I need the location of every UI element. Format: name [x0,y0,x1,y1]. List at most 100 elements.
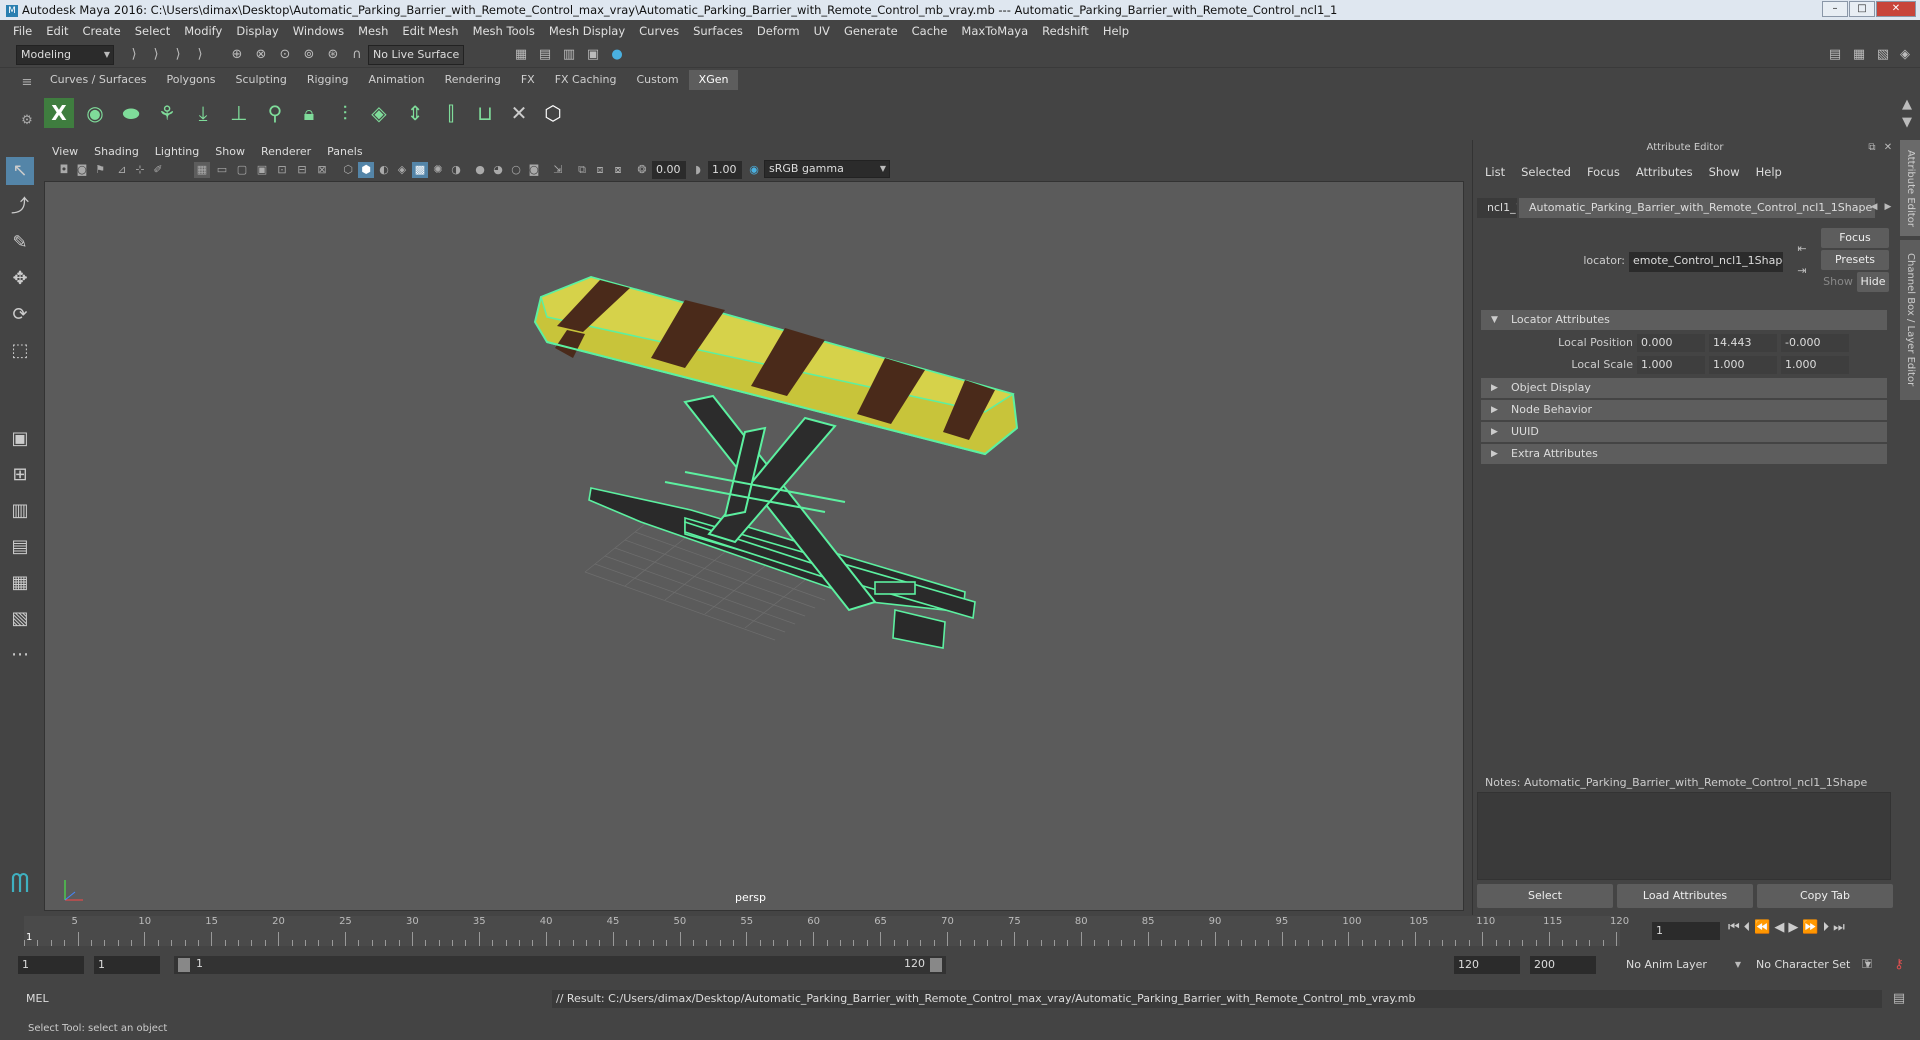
xgen-description-icon[interactable]: ⬬ [116,98,146,128]
node-name-field[interactable]: emote_Control_ncl1_1Shape [1629,252,1783,272]
hypershade-persp-icon[interactable]: ▧ [6,605,34,633]
anti-aliasing-icon[interactable]: ○ [508,162,524,178]
minimize-button[interactable]: – [1822,1,1848,17]
resolution-gate-icon[interactable]: ▢ [234,162,250,178]
range-handle-end[interactable] [930,958,942,972]
go-to-end-icon[interactable]: ⏭ [1833,920,1845,935]
xgen-sculpt-icon[interactable]: ⫶ [330,98,360,128]
shelf-scroll-up-icon[interactable]: ▲ [1898,96,1916,114]
local-position-z[interactable]: -0.000 [1781,334,1849,352]
ipr-render-icon[interactable]: ▤ [536,46,554,64]
range-handle-start[interactable] [178,958,190,972]
ae-menu-focus[interactable]: Focus [1579,164,1628,180]
arrow-right-icon[interactable]: ⟩ [169,46,187,64]
anim-layer-dropdown[interactable]: No Anim Layer ▼ [1622,956,1744,976]
scale-tool-icon[interactable]: ⬚ [6,337,34,365]
camera-icon[interactable]: ◘ [56,162,72,178]
menu-file[interactable]: File [6,24,39,38]
ae-menu-help[interactable]: Help [1748,164,1790,180]
key-icon[interactable]: ⚿ [1858,956,1876,974]
snap-point-icon[interactable]: ⊙ [276,46,294,64]
isolate-select-icon[interactable]: ⇲ [550,162,566,178]
auto-key-icon[interactable]: ⚷ [1890,956,1908,974]
smooth-shade-icon[interactable]: ⬢ [358,162,374,178]
select-tool-icon[interactable]: ↖ [6,157,34,185]
film-gate-icon[interactable]: ▭ [214,162,230,178]
snap-surface-icon[interactable]: ⊛ [324,46,342,64]
xgen-place-icon[interactable]: ⤓ [188,98,218,128]
gamma-field[interactable]: 1.00 [708,161,742,179]
copy-tab-button[interactable]: Copy Tab [1757,884,1893,908]
viewport-menu-lighting[interactable]: Lighting [147,144,207,160]
menu-surfaces[interactable]: Surfaces [686,24,750,38]
section-extra-attributes[interactable]: ▶ Extra Attributes [1481,444,1887,464]
range-inner-start-field[interactable]: 1 [94,956,160,974]
menu-create[interactable]: Create [76,24,128,38]
layers-icon[interactable]: ◈ [1896,46,1914,64]
four-view-icon[interactable]: ⊞ [6,461,34,489]
arrow-right-icon[interactable]: ⟩ [125,46,143,64]
menu-edit-mesh[interactable]: Edit Mesh [395,24,465,38]
ae-tab-transform[interactable]: ncl1_1 [1477,198,1517,218]
viewport-persp[interactable]: persp [44,181,1464,911]
xgen-create-icon[interactable]: ◉ [80,98,110,128]
exposure-field[interactable]: 0.00 [652,161,686,179]
viewport-menu-renderer[interactable]: Renderer [253,144,319,160]
xgen-add-guide-icon[interactable]: ⊥ [224,98,254,128]
xgen-normalize-icon[interactable]: ⊔ [470,98,500,128]
local-position-y[interactable]: 14.443 [1709,334,1777,352]
xgen-cut-icon[interactable]: ⫿ [436,98,466,128]
local-position-x[interactable]: 0.000 [1637,334,1705,352]
menu-help[interactable]: Help [1096,24,1136,38]
xgen-editor-icon[interactable]: X [44,98,74,128]
script-editor-icon[interactable]: ▤ [1890,990,1908,1008]
arrow-right-icon[interactable]: ⟩ [147,46,165,64]
step-forward-icon[interactable]: ⏵ [1823,920,1830,935]
safe-title-icon[interactable]: ⊠ [314,162,330,178]
step-forward-key-icon[interactable]: ⏩ [1802,920,1818,935]
layout-more-icon[interactable]: ⋯ [6,641,34,669]
shelf-tab-fx[interactable]: FX [511,70,545,90]
bookmark-icon[interactable]: ⚑ [92,162,108,178]
input-connection-icon[interactable]: ⇤ [1793,240,1811,258]
shelf-tab-rendering[interactable]: Rendering [435,70,511,90]
side-tab-channel-box[interactable]: Channel Box / Layer Editor [1900,240,1920,400]
channel-box-toggle-icon[interactable]: ▦ [1850,46,1868,64]
gate-mask-icon[interactable]: ▣ [254,162,270,178]
section-locator-attributes[interactable]: ▼ Locator Attributes [1481,310,1887,330]
workspace-icon[interactable]: ▤ [1826,46,1844,64]
menu-generate[interactable]: Generate [837,24,905,38]
paint-select-icon[interactable]: ✎ [6,229,34,257]
menu-mesh-tools[interactable]: Mesh Tools [466,24,542,38]
ambient-occlusion-icon[interactable]: ● [472,162,488,178]
shelf-scroll-down-icon[interactable]: ▼ [1898,114,1916,132]
color-space-dropdown[interactable]: sRGB gamma ▼ [764,160,890,178]
arrow-right-icon[interactable]: ⟩ [191,46,209,64]
render-view-icon[interactable]: ● [608,46,626,64]
depth-of-field-icon[interactable]: ◙ [526,162,542,178]
menu-uv[interactable]: UV [807,24,837,38]
script-language-label[interactable]: MEL [26,992,49,1005]
play-forward-icon[interactable]: ▶ [1788,920,1798,935]
xray-joints-icon[interactable]: ⧉ [574,162,590,178]
shelf-options-icon[interactable]: ⚙ [18,112,36,130]
menu-select[interactable]: Select [128,24,177,38]
render-settings-icon[interactable]: ▥ [560,46,578,64]
tool-settings-icon[interactable]: ▧ [1874,46,1892,64]
tab-next-icon[interactable]: ▶ [1879,198,1897,216]
viewport-menu-panels[interactable]: Panels [319,144,370,160]
shelf-tab-xgen[interactable]: XGen [688,70,739,90]
menu-display[interactable]: Display [229,24,285,38]
snap-grid-icon[interactable]: ⊕ [228,46,246,64]
range-end-field[interactable]: 120 [1454,956,1520,974]
notes-textarea[interactable] [1477,792,1891,880]
pencil-icon[interactable]: ✐ [150,162,166,178]
menu-curves[interactable]: Curves [632,24,686,38]
backface-icon[interactable]: ⧇ [610,162,626,178]
xgen-select-guide-icon[interactable]: ⚲ [260,98,290,128]
image-plane-icon[interactable]: ⊿ [114,162,130,178]
safe-action-icon[interactable]: ⊟ [294,162,310,178]
snap-curve-icon[interactable]: ⊗ [252,46,270,64]
maximize-button[interactable]: □ [1849,1,1875,17]
play-back-icon[interactable]: ◀ [1774,920,1784,935]
